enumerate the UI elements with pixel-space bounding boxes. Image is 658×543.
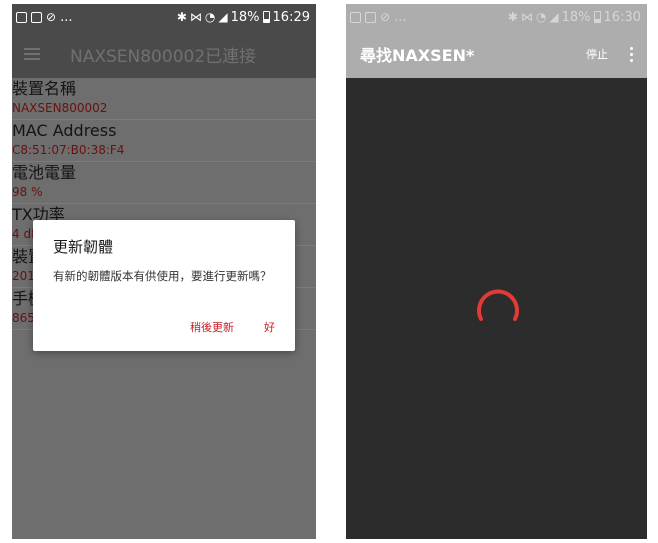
- battery-icon: [593, 11, 601, 23]
- signal-icon: ◢: [218, 10, 228, 24]
- mute-icon: ⋈: [520, 10, 533, 24]
- stop-button[interactable]: 停止: [586, 46, 608, 62]
- list-item: MAC Address C8:51:07:B0:38:F4: [12, 120, 316, 162]
- more-notifications: ...: [60, 9, 73, 25]
- update-later-button[interactable]: 稍後更新: [190, 319, 234, 335]
- row-label: 電池電量: [12, 163, 77, 182]
- loading-spinner-icon: [474, 286, 522, 334]
- clock: 16:29: [272, 9, 310, 25]
- list-item: 裝置名稱 NAXSEN800002: [12, 78, 316, 120]
- wifi-icon: ◔: [204, 10, 216, 24]
- status-bar: ⊘ ... ✱ ⋈ ◔ ◢ 18% 16:30: [346, 4, 647, 30]
- row-value: C8:51:07:B0:38:F4: [12, 143, 125, 157]
- right-phone-screen: ⊘ ... ✱ ⋈ ◔ ◢ 18% 16:30 尋找NAXSEN* 停止: [346, 4, 647, 539]
- page-title: 尋找NAXSEN*: [360, 46, 475, 65]
- notification-icon: [350, 11, 361, 23]
- ok-button[interactable]: 好: [264, 319, 275, 335]
- gallery-icon: [365, 11, 376, 23]
- mute-icon: ⋈: [189, 10, 202, 24]
- dialog-title: 更新韌體: [53, 238, 114, 256]
- battery-icon: [262, 11, 270, 23]
- wifi-icon: ◔: [535, 10, 547, 24]
- battery-percent: 18%: [230, 9, 260, 25]
- row-value: NAXSEN800002: [12, 101, 108, 115]
- bluetooth-icon: ✱: [176, 10, 187, 24]
- bluetooth-icon: ✱: [507, 10, 518, 24]
- overflow-menu-icon[interactable]: [626, 45, 637, 64]
- row-label: MAC Address: [12, 121, 117, 140]
- link-icon: ⊘: [46, 10, 57, 24]
- battery-percent: 18%: [561, 9, 591, 25]
- status-bar: ⊘ ... ✱ ⋈ ◔ ◢ 18% 16:29: [12, 4, 316, 30]
- row-value: 98 %: [12, 185, 43, 199]
- notification-icon: [16, 11, 27, 23]
- clock: 16:30: [603, 9, 641, 25]
- left-phone-screen: ⊘ ... ✱ ⋈ ◔ ◢ 18% 16:29 NAXSEN800002已連接 …: [12, 4, 316, 539]
- more-notifications: ...: [394, 9, 407, 25]
- app-bar: 尋找NAXSEN* 停止: [346, 30, 647, 78]
- link-icon: ⊘: [380, 10, 391, 24]
- menu-icon[interactable]: [24, 48, 40, 60]
- firmware-update-dialog: 更新韌體 有新的韌體版本有供使用，要進行更新嗎？ 稍後更新 好: [33, 220, 295, 351]
- row-label: 裝置名稱: [12, 79, 77, 98]
- page-title: NAXSEN800002已連接: [70, 46, 257, 67]
- app-bar: NAXSEN800002已連接: [12, 30, 316, 78]
- gallery-icon: [31, 11, 42, 23]
- signal-icon: ◢: [549, 10, 559, 24]
- dialog-message: 有新的韌體版本有供使用，要進行更新嗎？: [53, 269, 272, 283]
- dialog-actions: 稍後更新 好: [190, 319, 275, 335]
- list-item: 電池電量 98 %: [12, 162, 316, 204]
